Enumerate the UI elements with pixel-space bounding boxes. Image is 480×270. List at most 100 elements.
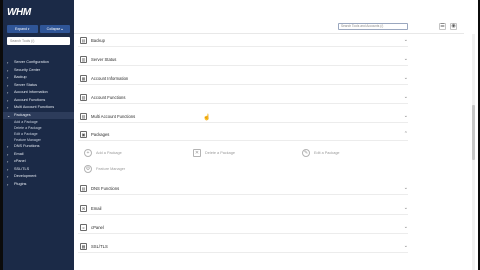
chevron-right-icon: › (7, 166, 9, 172)
section-email[interactable]: ✉ Email ⌄ (78, 202, 408, 215)
feature-manager-icon: ⚙ (84, 165, 92, 173)
sidebar-item-label: Security Center (14, 67, 41, 72)
top-search-input[interactable]: Search Tools and Accounts (/) (338, 23, 408, 30)
chevron-down-icon: ▾ (27, 27, 30, 31)
section-account-information[interactable]: ▦ Account Information ⌄ (78, 72, 408, 85)
cpanel-icon: c (80, 223, 87, 231)
sidebar-item-email[interactable]: › Email (3, 151, 74, 159)
chevron-down-icon: ⌄ (403, 185, 408, 191)
chevron-right-icon: › (7, 60, 9, 65)
sidebar-item-cpanel[interactable]: › cPanel (3, 158, 74, 166)
whm-logo: WHM (7, 7, 31, 18)
sidebar-item-plugins[interactable]: › Plugins (3, 181, 74, 189)
sidebar-item-dns-functions[interactable]: › DNS Functions (3, 143, 74, 151)
sidebar-item-server-status[interactable]: › Server Status (3, 82, 74, 90)
chevron-down-icon: ⌄ (403, 56, 408, 62)
main-content: ▤ Backup ⌄ ▥ Server Status ⌄ ▦ Account I… (74, 34, 464, 270)
chevron-right-icon: › (7, 90, 9, 95)
sidebar-item-label: DNS Functions (14, 144, 40, 148)
sidebar-nav: › Server Configuration › Security Center… (3, 59, 74, 188)
hand-cursor-icon: ☝ (203, 115, 211, 121)
server-status-icon: ▥ (80, 55, 87, 63)
package-tool-add[interactable]: + Add a Package (84, 149, 122, 157)
section-label: Multi Account Functions (91, 113, 136, 119)
chevron-down-icon: ⌄ (7, 112, 11, 118)
sidebar-item-account-information[interactable]: › Account Information (3, 89, 74, 97)
sidebar-item-label: Development (14, 174, 37, 178)
backup-icon: ▤ (80, 36, 87, 44)
sidebar-item-label: cPanel (14, 159, 26, 163)
expand-button[interactable]: Expand ▾ (7, 25, 38, 33)
packages-icon: ▣ (80, 130, 87, 138)
sidebar-item-label: Server Configuration (14, 60, 49, 64)
add-package-icon: + (84, 149, 92, 157)
account-functions-icon: ▧ (80, 93, 87, 101)
sidebar-item-label: Multi Account Functions (14, 105, 55, 109)
package-tool-label: Feature Manager (96, 167, 126, 171)
expand-label: Expand (15, 27, 27, 31)
sidebar-item-multi-account-functions[interactable]: › Multi Account Functions (3, 104, 74, 112)
section-packages[interactable]: ▣ Packages ⌃ (78, 128, 408, 141)
chevron-down-icon: ⌄ (403, 205, 408, 211)
chevron-down-icon: ⌄ (403, 113, 408, 119)
notifications-icon[interactable]: ☰ (439, 23, 446, 30)
chevron-right-icon: › (7, 159, 9, 164)
chevron-down-icon: ⌄ (403, 243, 408, 249)
top-bar: Search Tools and Accounts (/) ☰ ◉ (74, 20, 464, 34)
package-tool-label: Delete a Package (205, 151, 235, 155)
section-label: cPanel (91, 224, 104, 230)
whm-window: WHM Expand ▾ Collapse ▴ Search Tools (/)… (0, 0, 480, 270)
chevron-right-icon: › (7, 144, 9, 149)
sidebar-item-label: Email (14, 151, 24, 156)
email-icon: ✉ (80, 204, 87, 212)
chevron-right-icon: › (7, 105, 9, 110)
package-tool-feature-manager[interactable]: ⚙ Feature Manager (84, 165, 125, 173)
dns-functions-icon: ▤ (80, 184, 87, 192)
section-multi-account-functions[interactable]: ▨ Multi Account Functions ⌄ (78, 110, 408, 123)
chevron-right-icon: › (7, 75, 9, 80)
chevron-right-icon: › (7, 151, 9, 157)
sidebar-item-packages[interactable]: ⌄ Packages (3, 111, 74, 119)
section-label: SSL/TLS (91, 243, 108, 249)
section-backup[interactable]: ▤ Backup ⌄ (78, 34, 408, 47)
sidebar-item-server-configuration[interactable]: › Server Configuration (3, 59, 74, 67)
collapse-button[interactable]: Collapse ▴ (39, 25, 70, 33)
section-ssl-tls[interactable]: ▩ SSL/TLS ⌄ (78, 240, 408, 253)
sidebar-buttons: Expand ▾ Collapse ▴ (7, 25, 70, 33)
chevron-right-icon: › (7, 181, 9, 187)
sidebar-item-label: SSL/TLS (14, 166, 30, 171)
chevron-up-icon: ▴ (61, 27, 63, 31)
chevron-up-icon: ⌃ (403, 131, 408, 137)
sidebar-item-development[interactable]: › Development (3, 173, 74, 181)
chevron-right-icon: › (7, 82, 9, 88)
chevron-down-icon: ⌄ (403, 37, 408, 43)
sidebar-item-label: Account Functions (14, 97, 46, 102)
edit-package-icon: ✎ (302, 149, 310, 157)
section-label: Packages (91, 131, 110, 137)
sidebar-item-label: Packages (14, 112, 31, 117)
section-cpanel[interactable]: c cPanel ⌄ (78, 221, 408, 234)
section-server-status[interactable]: ▥ Server Status ⌄ (78, 53, 408, 66)
user-icon[interactable]: ◉ (450, 23, 457, 30)
ssl-tls-icon: ▩ (80, 242, 87, 250)
chevron-down-icon: ⌄ (403, 224, 408, 230)
chevron-right-icon: › (7, 67, 9, 73)
scrollbar-thumb[interactable] (472, 105, 475, 160)
section-label: Account Information (91, 75, 129, 81)
package-tool-edit[interactable]: ✎ Edit a Package (302, 149, 340, 157)
section-account-functions[interactable]: ▧ Account Functions ⌄ (78, 91, 408, 104)
sidebar-item-ssl-tls[interactable]: › SSL/TLS (3, 166, 74, 174)
sidebar-item-security-center[interactable]: › Security Center (3, 67, 74, 75)
sidebar-item-account-functions[interactable]: › Account Functions (3, 97, 74, 105)
multi-account-icon: ▨ (80, 112, 87, 120)
package-tool-delete[interactable]: ✕ Delete a Package (193, 149, 235, 157)
sidebar-search-input[interactable]: Search Tools (/) (7, 37, 70, 45)
account-information-icon: ▦ (80, 74, 87, 82)
chevron-down-icon: ⌄ (403, 75, 408, 81)
collapse-label: Collapse (46, 27, 61, 31)
sidebar-item-backup[interactable]: › Backup (3, 74, 74, 82)
section-label: Account Functions (91, 94, 126, 100)
section-dns-functions[interactable]: ▤ DNS Functions ⌄ (78, 182, 408, 195)
chevron-right-icon: › (7, 97, 9, 103)
package-tool-label: Edit a Package (314, 151, 340, 155)
